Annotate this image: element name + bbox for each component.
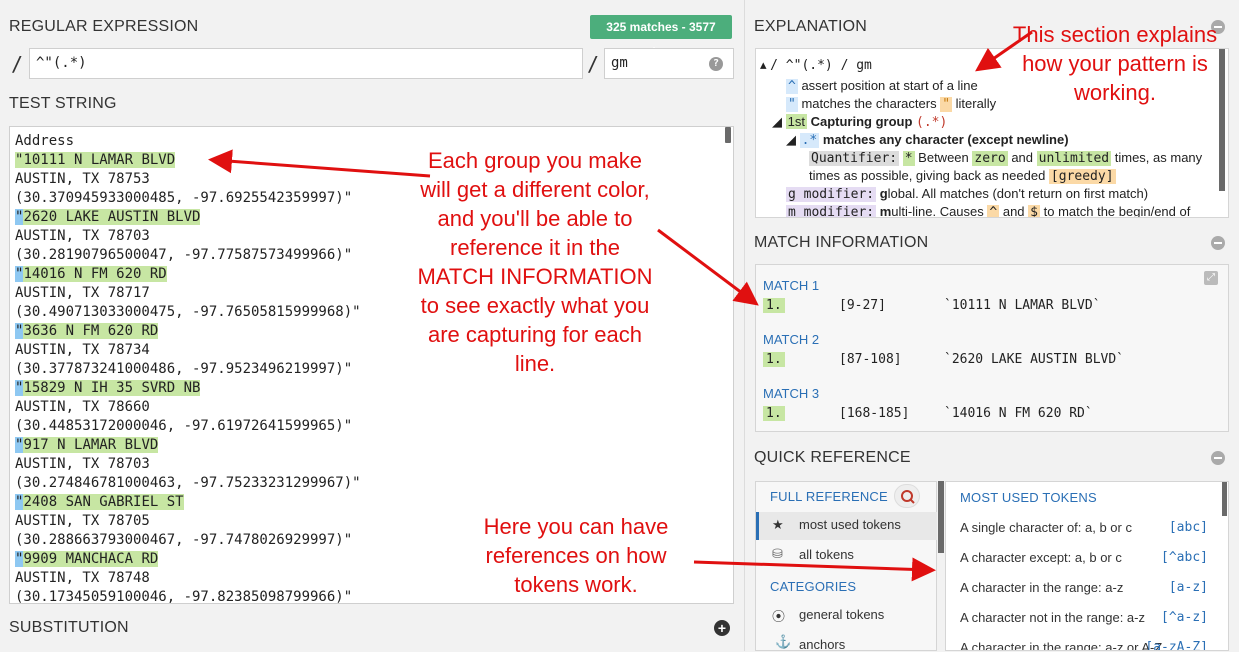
arrow <box>657 228 759 306</box>
arrow <box>208 149 431 178</box>
arrow <box>975 30 1033 72</box>
arrow <box>693 557 936 582</box>
annotation-arrows <box>208 30 1033 582</box>
